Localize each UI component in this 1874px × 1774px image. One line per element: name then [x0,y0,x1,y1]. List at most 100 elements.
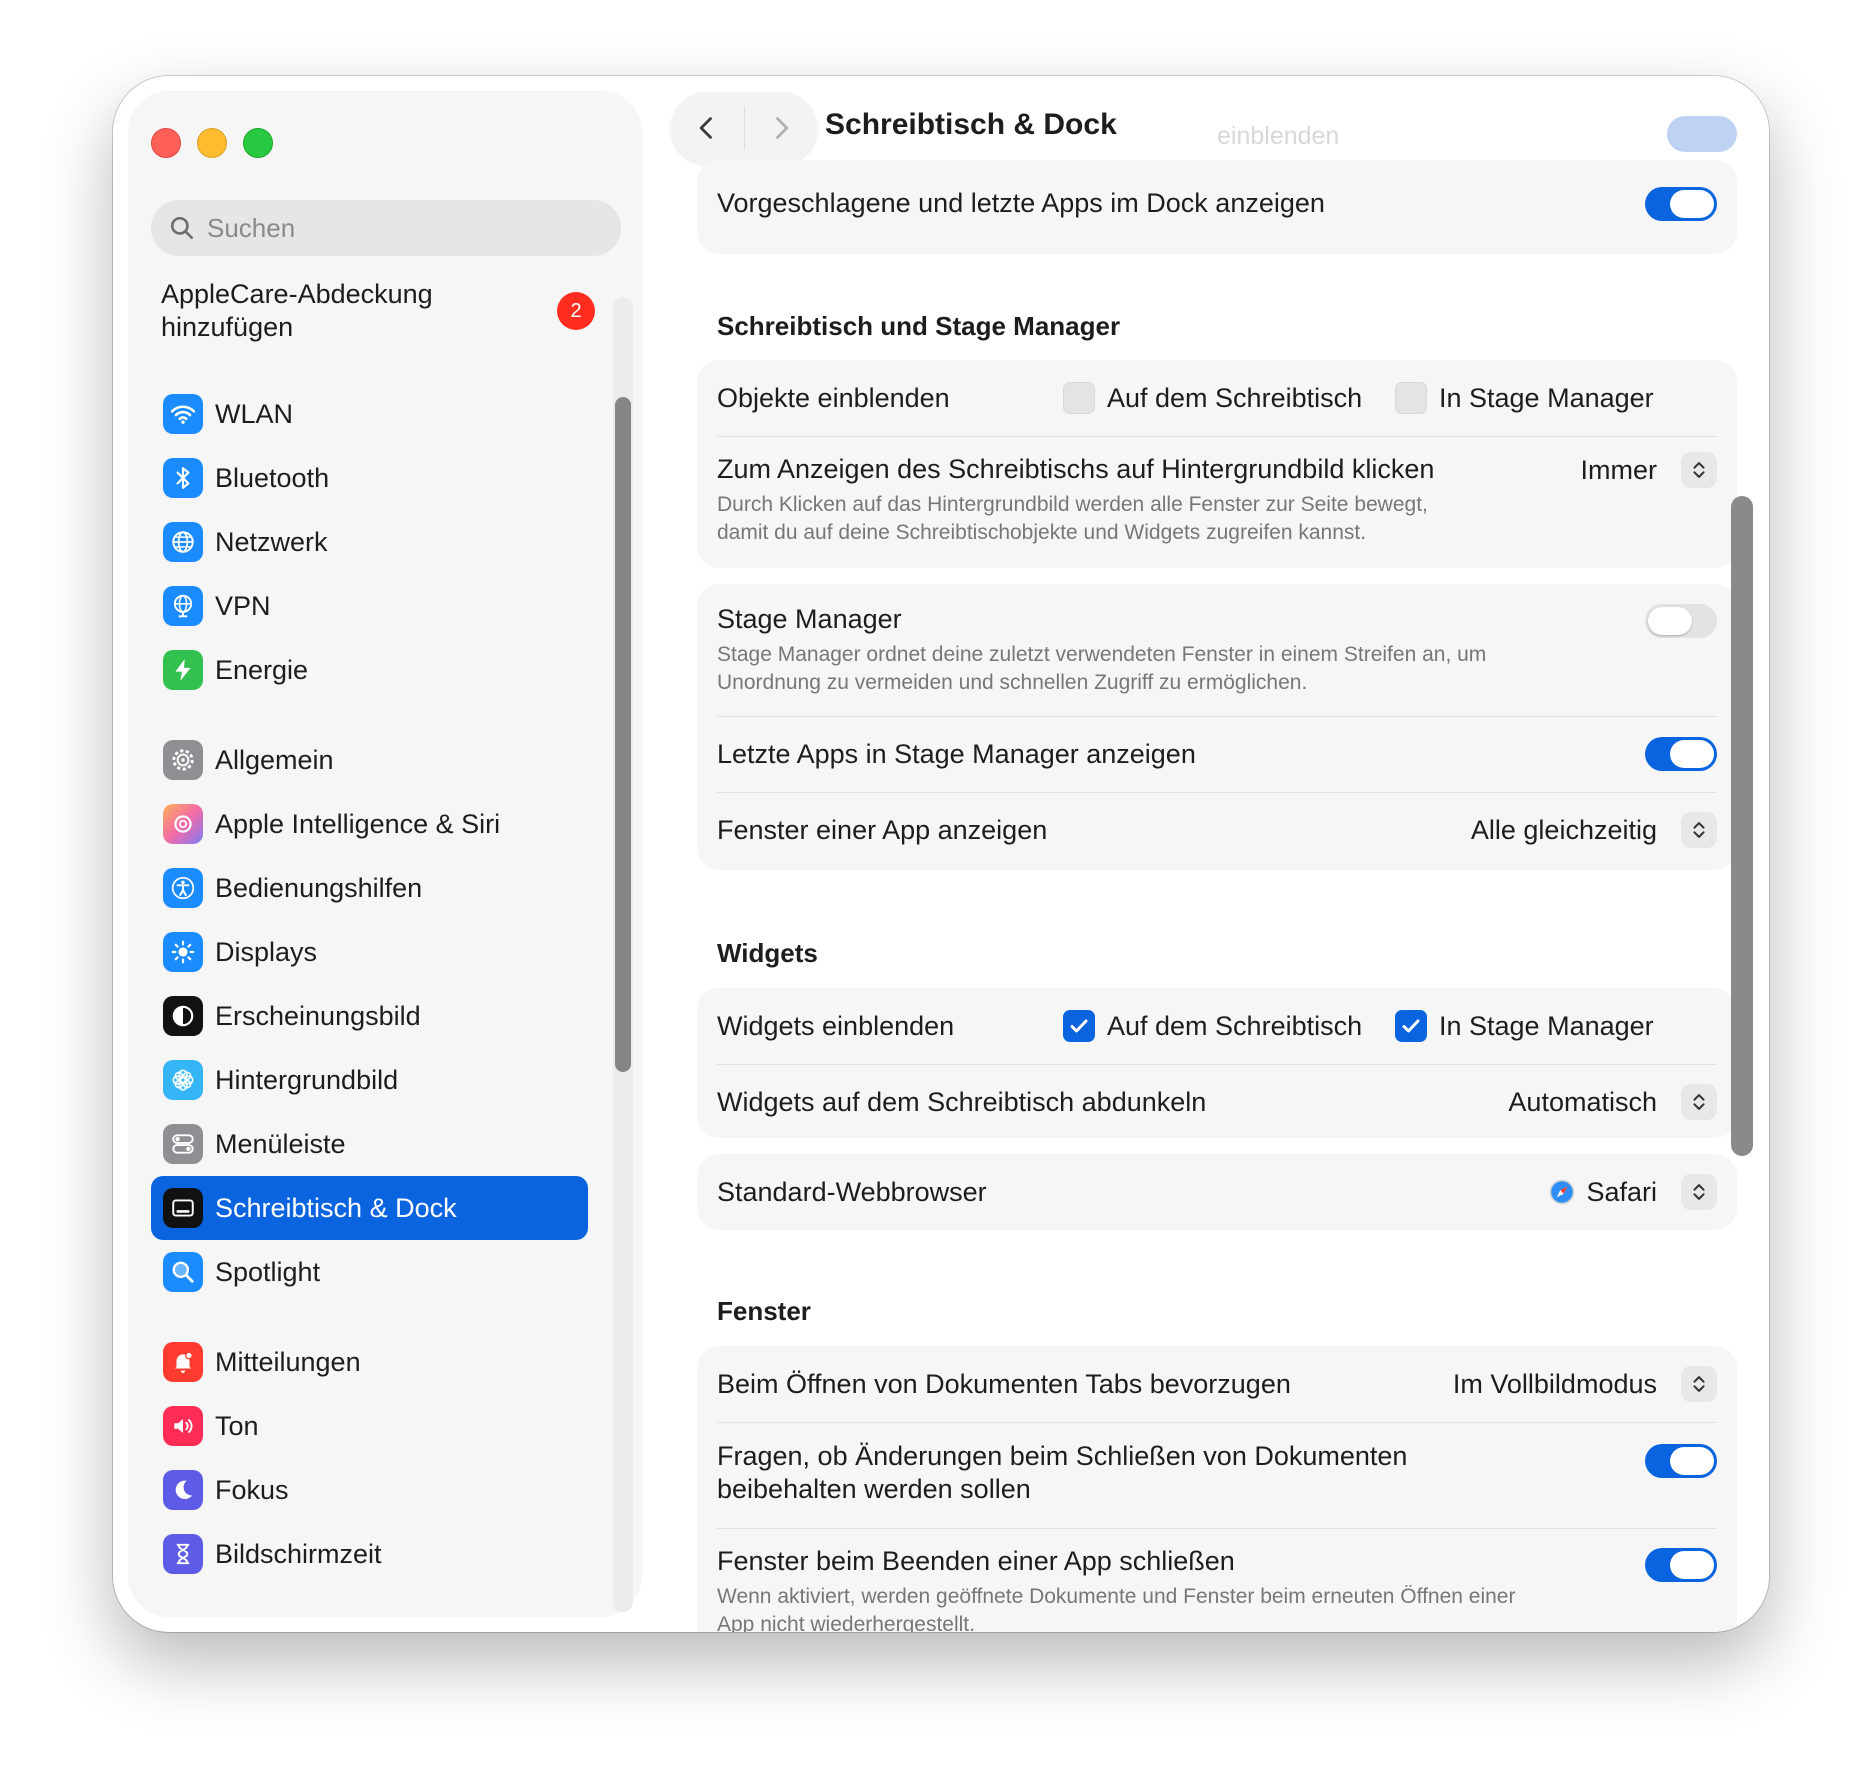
dock-icon [163,1188,203,1228]
sidebar-item-wlan[interactable]: WLAN [151,382,588,446]
sidebar-item-hintergrundbild[interactable]: Hintergrundbild [151,1048,588,1112]
sidebar-item-label: Ton [215,1410,259,1441]
close-windows-label: Fenster beim Beenden einer App schließen [717,1546,1235,1576]
recent-apps-toggle[interactable] [1645,737,1717,771]
show-items-stage-checkbox[interactable] [1395,382,1427,414]
show-items-desktop-checkbox[interactable] [1063,382,1095,414]
app-windows-label: Fenster einer App anzeigen [717,814,1048,845]
bolt-icon [163,650,203,690]
minimize-window-button[interactable] [197,128,227,158]
click-wallpaper-value: Immer [1580,454,1658,485]
prefer-tabs-label: Beim Öffnen von Dokumenten Tabs bevorzug… [717,1368,1291,1399]
zoom-window-button[interactable] [243,128,273,158]
safari-icon [1549,1179,1575,1205]
show-items-desktop-option[interactable]: Auf dem Schreibtisch [1063,382,1362,414]
appearance-icon [163,996,203,1036]
row-separator [717,792,1717,793]
click-wallpaper-desc-line2: damit du auf deine Schreibtischobjekte u… [717,521,1367,544]
search-input[interactable]: Suchen [151,200,621,256]
stage-manager-toggle[interactable] [1645,604,1717,638]
sidebar-item-netzwerk[interactable]: Netzwerk [151,510,588,574]
default-browser-value: Safari [1586,1176,1657,1207]
back-button[interactable] [671,92,744,164]
sidebar-item-vpn[interactable]: VPN [151,574,588,638]
close-windows-desc-line1: Wenn aktiviert, werden geöffnete Dokumen… [717,1585,1516,1608]
default-browser-label: Standard-Webbrowser [717,1176,987,1207]
sidebar-item-spotlight[interactable]: Spotlight [151,1240,588,1304]
desktop-stage-section-title: Schreibtisch und Stage Manager [717,311,1121,341]
sidebar-item-label: Bluetooth [215,462,330,493]
sidebar-item-schreibtisch-dock[interactable]: Schreibtisch & Dock [151,1176,588,1240]
accessibility-icon [163,868,203,908]
suggested-apps-row: Vorgeschlagene und letzte Apps im Dock a… [717,188,1717,219]
ask-keep-changes-line2: beibehalten werden sollen [717,1474,1031,1504]
sidebar-item-mitteilungen[interactable]: Mitteilungen [151,1330,588,1394]
navigation-buttons [671,92,817,164]
sidebar-item-fokus[interactable]: Fokus [151,1458,588,1522]
hourglass-icon [163,1534,203,1574]
vpn-globe-icon [163,586,203,626]
close-windows-toggle[interactable] [1645,1548,1717,1582]
sidebar-item-ton[interactable]: Ton [151,1394,588,1458]
windows-section-title: Fenster [717,1296,811,1326]
content-scrollbar[interactable] [1731,496,1753,1156]
chevron-up-down-icon [1681,1366,1717,1402]
sidebar-item-displays[interactable]: Displays [151,920,588,984]
sidebar-item-label: Fokus [215,1474,289,1505]
show-widgets-stage-label: In Stage Manager [1439,1010,1654,1041]
forward-button[interactable] [745,92,818,164]
suggested-apps-label: Vorgeschlagene und letzte Apps im Dock a… [717,188,1325,218]
page-title: Schreibtisch & Dock [825,108,1117,141]
show-widgets-desktop-checkbox[interactable] [1063,1010,1095,1042]
suggested-apps-toggle[interactable] [1645,187,1717,221]
content-pane: einblenden Schreibtisch & Dock Vorgeschl… [657,76,1769,1632]
ask-keep-changes-toggle[interactable] [1645,1444,1717,1478]
sidebar-item-bildschirmzeit[interactable]: Bildschirmzeit [151,1522,588,1586]
show-widgets-label: Widgets einblenden [717,1010,955,1041]
row-separator [717,1064,1717,1065]
moon-icon [163,1470,203,1510]
show-items-label: Objekte einblenden [717,382,950,413]
app-windows-popup[interactable]: Alle gleichzeitig [1471,812,1717,848]
click-wallpaper-popup[interactable]: Immer [1580,452,1717,488]
notification-badge: 2 [557,292,595,330]
sidebar-item-label: Apple Intelligence & Siri [215,808,501,839]
sidebar-scrollbar[interactable] [615,397,631,1072]
close-window-button[interactable] [151,128,181,158]
prefer-tabs-popup[interactable]: Im Vollbildmodus [1453,1366,1717,1402]
sidebar-item-bedienungshilfen[interactable]: Bedienungshilfen [151,856,588,920]
sidebar-item-erscheinungsbild[interactable]: Erscheinungsbild [151,984,588,1048]
show-widgets-stage-option[interactable]: In Stage Manager [1395,1010,1654,1042]
stage-manager-desc-line2: Unordnung zu vermeiden und schnellen Zug… [717,671,1308,694]
windows-card: Beim Öffnen von Dokumenten Tabs bevorzug… [697,1346,1737,1632]
click-wallpaper-label: Zum Anzeigen des Schreibtischs auf Hinte… [717,454,1435,484]
sidebar-item-label: Schreibtisch & Dock [215,1192,457,1223]
chevron-up-down-icon [1681,812,1717,848]
sidebar-item-energie[interactable]: Energie [151,638,588,702]
close-windows-row: Fenster beim Beenden einer App schließen… [717,1546,1717,1632]
recent-apps-row: Letzte Apps in Stage Manager anzeigen [717,734,1717,774]
stage-manager-label: Stage Manager [717,604,902,634]
sidebar-item-label: Menüleiste [215,1128,346,1159]
sidebar-item-bluetooth[interactable]: Bluetooth [151,446,588,510]
ask-keep-changes-row: Fragen, ob Änderungen beim Schließen von… [717,1440,1717,1506]
dim-widgets-popup[interactable]: Automatisch [1508,1084,1717,1120]
ask-keep-changes-line1: Fragen, ob Änderungen beim Schließen von… [717,1441,1408,1471]
sidebar-item-apple-intelligence[interactable]: Apple Intelligence & Siri [151,792,588,856]
stage-manager-row: Stage Manager Stage Manager ordnet deine… [717,604,1717,697]
sidebar: Suchen AppleCare-Abdeckung hinzufügen 2 … [129,92,641,1616]
globe-icon [163,522,203,562]
applecare-item[interactable]: AppleCare-Abdeckung hinzufügen [161,278,601,344]
show-items-stage-option[interactable]: In Stage Manager [1395,382,1654,414]
sidebar-item-allgemein[interactable]: Allgemein [151,728,588,792]
default-browser-popup[interactable]: Safari [1548,1174,1717,1210]
row-separator [717,1422,1717,1423]
chevron-up-down-icon [1681,1084,1717,1120]
show-widgets-stage-checkbox[interactable] [1395,1010,1427,1042]
prefer-tabs-value: Im Vollbildmodus [1452,1368,1657,1399]
show-widgets-desktop-option[interactable]: Auf dem Schreibtisch [1063,1010,1362,1042]
show-widgets-desktop-label: Auf dem Schreibtisch [1107,1010,1363,1041]
dim-widgets-value: Automatisch [1508,1086,1657,1117]
sidebar-item-label: Spotlight [215,1256,321,1287]
sidebar-item-menueleiste[interactable]: Menüleiste [151,1112,588,1176]
